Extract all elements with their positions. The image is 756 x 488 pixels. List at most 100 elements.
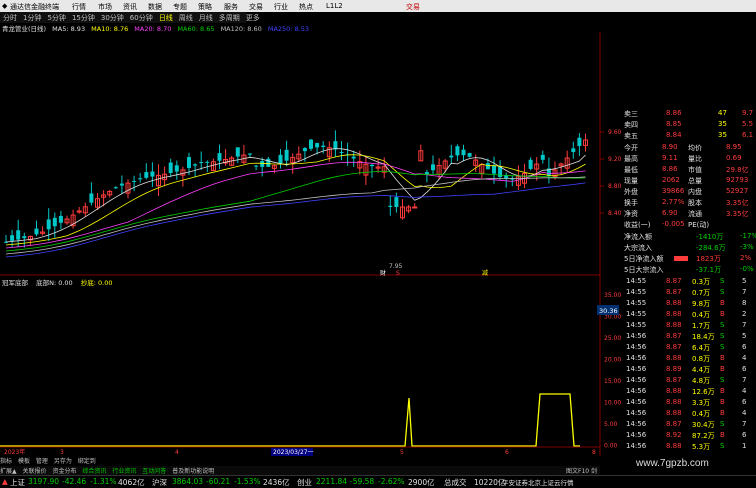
hs-name[interactable]: 沪深 [152,477,167,488]
ask-row: 卖四 8.85 35 5.5 [622,119,756,130]
ask-volume: 35 [718,131,727,139]
tick-time: 14:56 [626,354,647,362]
menu-market[interactable]: 市场 [98,2,112,12]
stat-label-2: 市值 [688,166,702,174]
candle-body [394,197,399,207]
candle-body [22,236,27,239]
hs-value: 3864.03 [172,477,204,486]
candle-body [89,193,94,203]
flow-label: 净流入额 [624,233,652,241]
tick-price: 8.87 [666,420,682,428]
tab-template[interactable]: 模板 [18,458,30,465]
stat-value-2: 3.35亿 [726,199,749,207]
candle-body [485,163,490,170]
qa-tab[interactable]: 互动问答 [142,468,166,475]
industry-news-tab[interactable]: 行业资讯 [112,468,136,475]
tick-volume: 1.7万 [692,322,711,330]
candle-body [266,158,271,167]
marker-financial: 财 [380,269,386,277]
candle-body [16,230,21,240]
tick-count: 7 [742,288,747,296]
indicator-bottom-buy: 抄底: 0.00 [80,279,113,287]
kline-chart[interactable]: 7.95 财 S 减 9.60 9.20 8.80 8.40 35.00 3 0.00 25… [0,32,622,456]
candle-body [58,215,63,223]
ask-change: 6.1 [742,131,754,139]
indicator-value: 30.36 [599,307,618,315]
tick-side: S [720,343,725,351]
candle-body [199,161,204,163]
tab-save-as[interactable]: 另存为 [54,458,72,465]
menu-service[interactable]: 服务 [224,2,238,12]
tab-manage[interactable]: 管理 [36,458,48,465]
sh-amount: 4062亿 [118,478,145,487]
tick-side: S [720,420,725,428]
new-feature-tab[interactable]: 普及新功能说明 [172,468,214,475]
indicator-name[interactable]: 冠军底部 [2,279,28,287]
flow-bar [674,256,688,261]
tick-side: B [720,431,725,439]
menu-topics[interactable]: 专题 [173,2,187,12]
candle-body [315,143,320,148]
tick-volume: 9.8万 [692,300,711,308]
candle-body [461,149,466,156]
tab-indicator[interactable]: 指标 [0,458,12,465]
stat-value: 9.11 [662,154,678,162]
stat-label: 最低 [624,166,638,174]
tick-row: 14:56 8.88 5.3万 S 1 [622,441,756,452]
candle-body [10,235,15,241]
cy-name[interactable]: 创业 [297,477,312,488]
stat-label: 净资 [624,210,638,218]
tab-bind[interactable]: 绑定到 [78,458,96,465]
x-axis-label: 5 [400,449,404,456]
cy-amount: 2900亿 [408,478,435,487]
indicator-tick-label: 25.00 [604,335,621,342]
menu-quotes[interactable]: 行情 [72,2,86,12]
candle-body [492,165,496,174]
expand-button[interactable]: 扩展▲ [0,468,17,475]
stat-value-2: 3.35亿 [726,210,749,218]
stat-label-2: 内盘 [688,188,702,196]
tick-price: 8.88 [666,299,682,307]
tick-row: 14:55 8.87 0.3万 S 5 [622,276,756,287]
stat-label: 收益(一) [624,221,651,229]
menu-l1l2[interactable]: L1L2 [326,2,343,10]
tick-price: 8.89 [666,365,682,373]
trade-link[interactable]: 交易 [406,2,420,12]
tick-time: 14:55 [626,288,647,296]
tick-count: 4 [742,409,747,417]
menu-news[interactable]: 资讯 [123,2,137,12]
stat-label: 换手 [624,199,638,207]
marker-reduce: 减 [482,269,488,277]
candle-body [540,154,545,160]
f10-hint[interactable]: 图文F10 剑 [566,466,597,475]
flow-pct: -0% [740,265,754,273]
candle-body [431,164,435,171]
flow-value: 1823万 [696,255,721,263]
candle-body [339,152,344,154]
x-axis-label: 2023年 [4,448,25,456]
x-axis-label: 2023/03/27一 [273,449,314,456]
candle-body [150,171,155,177]
tick-side: B [720,409,725,417]
related-quote-tab[interactable]: 关联报价 [23,468,47,475]
menu-data[interactable]: 数据 [148,2,162,12]
stat-label-2: 流通 [688,210,702,218]
flow-pct: -3% [740,243,754,251]
tick-count: 7 [742,321,747,329]
menu-strategy[interactable]: 策略 [198,2,212,12]
stat-value: 6.90 [662,209,678,217]
menu-trade[interactable]: 交易 [249,2,263,12]
news-ticker[interactable]: 平安证券北京上证云行情 [502,477,574,487]
candle-body [187,157,191,168]
menu-industry[interactable]: 行业 [274,2,288,12]
tick-price: 8.87 [666,343,682,351]
fund-distribution-tab[interactable]: 资金分布 [52,468,76,475]
general-news-tab[interactable]: 综合资讯 [82,468,106,475]
cy-change: -59.58 [350,477,375,486]
sh-name[interactable]: 上证 [10,477,25,488]
tick-count: 4 [742,387,747,395]
menu-hot[interactable]: 热点 [299,2,313,12]
hs-pct: -1.53% [234,477,261,486]
x-axis-label: 6 [505,449,509,456]
cy-pct: -2.62% [378,477,405,486]
